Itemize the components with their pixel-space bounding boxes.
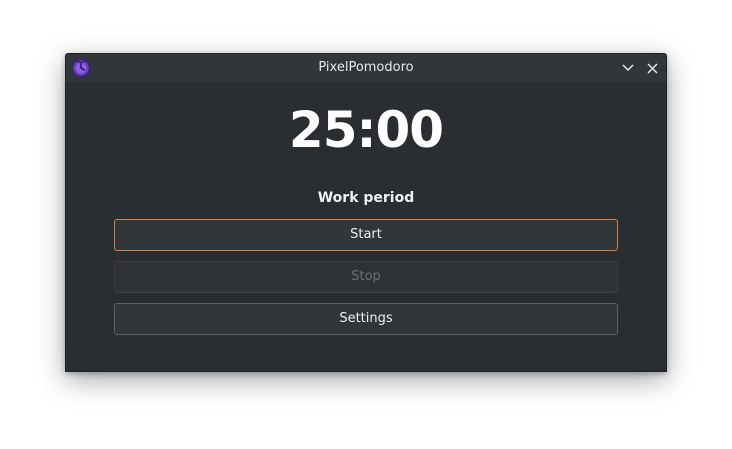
title-bar[interactable]: PixelPomodoro xyxy=(66,54,666,82)
app-window: PixelPomodoro 25:00 Work period Start St… xyxy=(65,53,667,372)
start-button[interactable]: Start xyxy=(114,219,618,251)
settings-button[interactable]: Settings xyxy=(114,303,618,335)
window-title: PixelPomodoro xyxy=(318,60,414,75)
stop-button: Stop xyxy=(114,261,618,293)
close-icon[interactable] xyxy=(644,60,660,76)
period-label: Work period xyxy=(317,190,415,206)
timer-display: 25:00 xyxy=(288,101,444,159)
chevron-down-icon[interactable] xyxy=(620,60,636,76)
